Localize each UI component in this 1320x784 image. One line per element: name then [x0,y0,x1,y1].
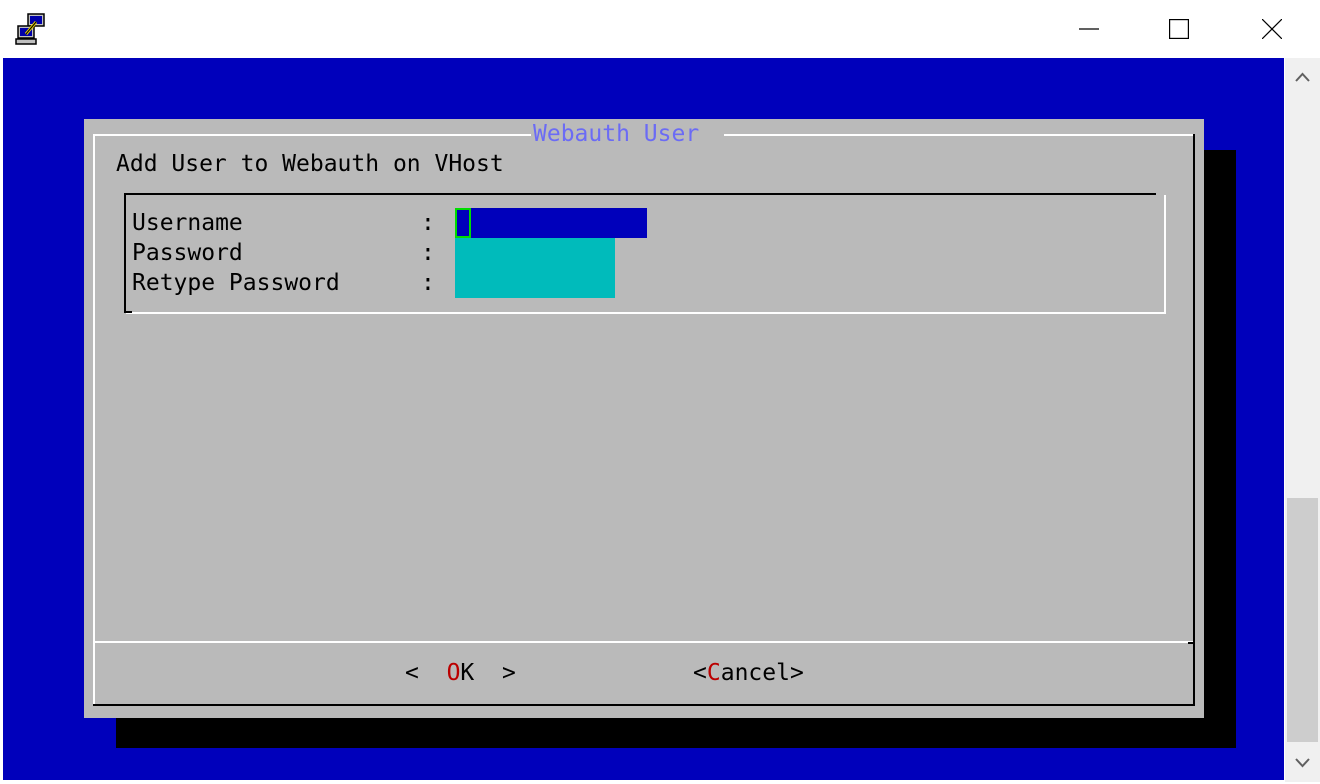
password-field[interactable] [455,238,615,268]
ok-button[interactable]: < OK > [405,658,516,688]
frame-left [93,134,95,705]
frame-right [1193,134,1195,705]
scroll-down-button[interactable] [1285,746,1320,780]
dialog-title: Webauth User [531,119,702,149]
retype-password-colon: : [421,270,435,296]
form-box-left [124,193,126,313]
username-label: Username [132,210,243,236]
cancel-button-open: < [693,660,707,686]
vertical-scrollbar[interactable] [1285,58,1320,782]
password-colon: : [421,240,435,266]
form-box-corner [124,311,132,313]
cancel-button[interactable]: <Cancel> [693,658,804,688]
retype-password-label: Retype Password [132,270,340,296]
password-label: Password [132,240,243,266]
username-field[interactable] [455,208,647,238]
ok-button-label: K [460,660,475,686]
maximize-button[interactable] [1156,10,1202,48]
frame-top-right [724,134,1194,136]
chevron-down-icon [1295,758,1310,768]
chevron-up-icon [1295,72,1310,82]
retype-password-field[interactable] [455,268,615,298]
form-box-bottom [126,312,1166,314]
webauth-user-dialog: Webauth User Add User to Webauth on VHos… [84,119,1204,718]
frame-top-left [93,134,533,136]
window-titlebar [0,0,1320,58]
putty-icon[interactable] [14,12,48,46]
form-box-top [124,193,1156,195]
ok-button-hotkey: O [446,660,461,686]
ok-button-close: > [501,660,516,686]
ok-button-open: < [405,660,419,686]
minimize-button[interactable] [1066,10,1112,48]
terminal-area[interactable]: Webauth User Add User to Webauth on VHos… [3,58,1284,780]
cancel-button-label: ancel [720,660,790,686]
username-colon: : [421,210,435,236]
minimize-icon [1079,28,1099,30]
maximize-icon [1169,19,1189,39]
frame-bottom [93,704,1195,706]
close-button[interactable] [1249,10,1295,48]
scroll-thumb[interactable] [1287,498,1318,742]
button-separator [93,641,1193,643]
close-icon [1262,19,1282,39]
button-separator-tick [1188,642,1195,644]
dialog-heading: Add User to Webauth on VHost [116,151,504,177]
scroll-up-button[interactable] [1285,60,1320,94]
cancel-button-close: > [789,660,804,686]
cancel-button-hotkey: C [706,660,721,686]
form-box-right [1164,195,1166,313]
text-cursor [455,208,471,238]
